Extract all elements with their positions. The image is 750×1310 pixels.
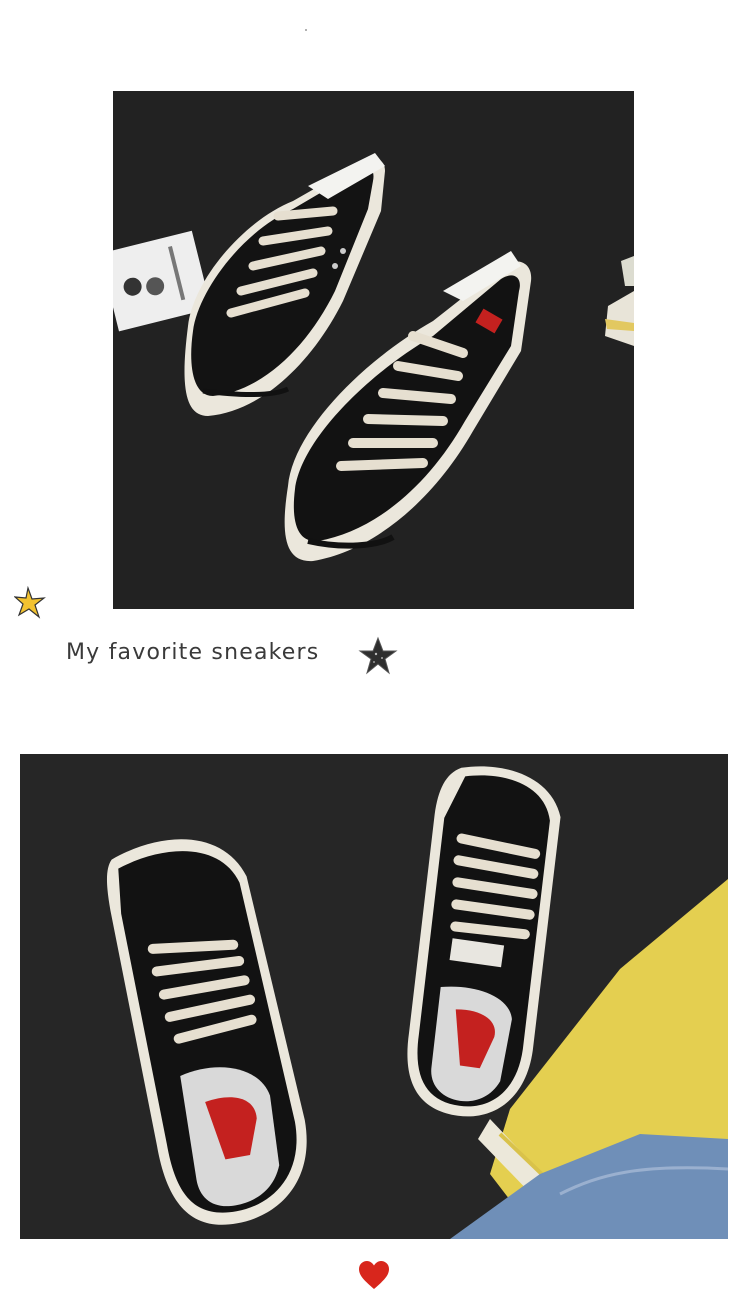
caption-text: My favorite sneakers — [66, 640, 320, 665]
sneakers-angled-illustration — [113, 91, 634, 609]
top-product-photo — [113, 91, 634, 609]
bottom-product-photo — [20, 754, 728, 1239]
sneakers-overhead-illustration — [20, 754, 728, 1239]
heart-icon — [359, 1261, 389, 1289]
gold-star-icon — [14, 586, 46, 619]
speck — [305, 29, 307, 31]
glitter-star-icon — [358, 636, 398, 675]
